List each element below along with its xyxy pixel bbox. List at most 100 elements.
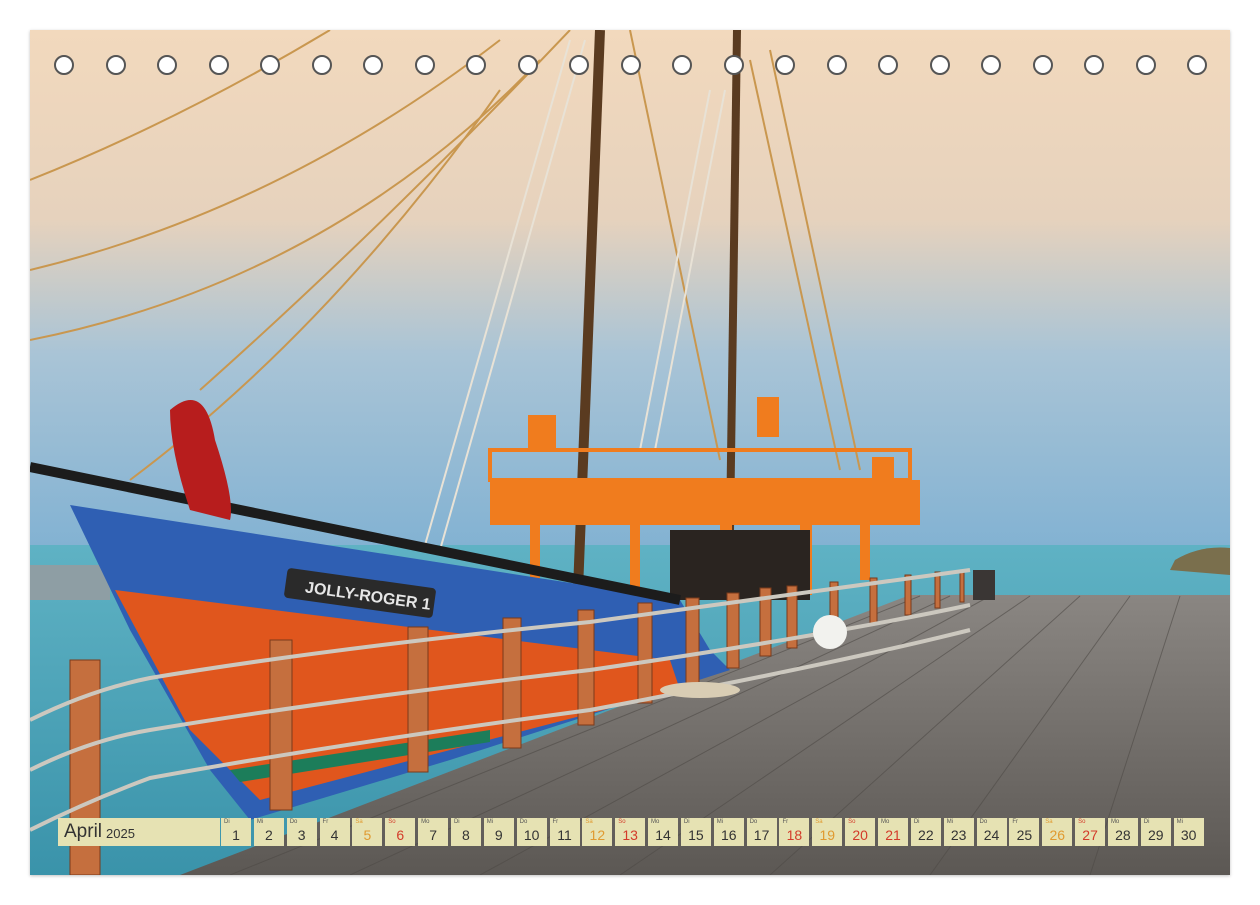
day-cell: Mo 14 [648, 818, 679, 846]
day-of-week: Sa [1045, 819, 1053, 825]
binding-hole [826, 55, 847, 75]
binding-hole [517, 55, 538, 75]
day-number: 11 [557, 827, 572, 843]
day-number: 9 [494, 827, 503, 843]
day-of-week: Mi [716, 819, 724, 825]
day-cell: Sa 12 [582, 818, 613, 846]
day-cell: So 6 [385, 818, 416, 846]
day-cell: Di 8 [450, 818, 481, 846]
day-number: 18 [786, 827, 803, 843]
day-number: 19 [819, 827, 836, 843]
day-of-week: Mo [421, 819, 430, 825]
day-number: 14 [655, 827, 671, 843]
binding-hole [105, 55, 126, 75]
day-number: 2 [264, 827, 273, 843]
binding-hole [775, 55, 795, 75]
day-cell: Do 17 [746, 818, 777, 846]
day-cell: Mi 23 [943, 818, 974, 846]
day-cell: Fr 18 [779, 818, 810, 846]
day-number: 28 [1115, 827, 1131, 843]
day-number: 7 [429, 827, 437, 843]
day-of-week: So [848, 819, 856, 825]
day-cell: Fr 25 [1009, 818, 1040, 846]
day-cell: Do 10 [516, 818, 547, 846]
day-of-week: Mi [946, 819, 954, 825]
day-cell: Mo 7 [418, 818, 449, 846]
day-of-week: Mi [486, 819, 494, 825]
binding-hole [466, 55, 486, 75]
binding-hole [1084, 55, 1104, 75]
day-of-week: So [618, 819, 626, 825]
day-cell: Do 3 [286, 818, 317, 846]
day-of-week: Mo [1110, 819, 1120, 825]
day-number: 25 [1016, 827, 1033, 843]
day-cell: So 13 [615, 818, 646, 846]
day-cell: Mi 2 [253, 818, 284, 846]
day-of-week: So [1078, 819, 1086, 825]
white-buoy [813, 615, 847, 649]
binding-hole [54, 55, 74, 75]
binding-hole [981, 55, 1001, 75]
day-number: 23 [950, 827, 967, 843]
day-number: 12 [589, 827, 606, 843]
day-of-week: Mi [256, 819, 264, 825]
day-cell: Sa 5 [352, 818, 383, 846]
ship-photo: JOLLY-ROGER 1 [30, 30, 1230, 875]
month-year: 2025 [106, 826, 135, 841]
day-of-week: Mo [651, 819, 660, 825]
day-of-week: Fr [782, 819, 789, 825]
day-cell: Fr 4 [319, 818, 350, 846]
binding-hole [311, 55, 332, 75]
calendar-strip: April 2025 Di 1 Mi 2 Do 3 Fr 4 Sa 5 So 6 Mo 7 Di 8 Mi 9 Do… [58, 818, 1218, 846]
day-number: 22 [918, 827, 934, 843]
day-cell: Di 15 [680, 818, 711, 846]
day-of-week: Di [224, 819, 230, 825]
day-cell: Di 1 [221, 818, 251, 846]
day-number: 27 [1082, 827, 1098, 843]
day-number: 21 [885, 827, 901, 843]
day-of-week: Fr [1012, 819, 1019, 825]
day-of-week: Do [749, 819, 758, 825]
binding-hole [878, 55, 898, 75]
day-number: 5 [363, 827, 372, 843]
month-label: April 2025 [58, 818, 220, 846]
day-of-week: Di [453, 819, 460, 825]
day-cell: Mo 28 [1107, 818, 1138, 846]
day-number: 20 [852, 827, 868, 843]
day-of-week: Sa [355, 819, 363, 825]
day-cell: Di 22 [910, 818, 941, 846]
day-number: 6 [396, 827, 405, 843]
day-number: 16 [720, 827, 737, 843]
day-of-week: Do [979, 819, 988, 825]
binding-hole [723, 55, 744, 75]
day-number: 10 [523, 827, 540, 843]
day-cell: Do 24 [976, 818, 1007, 846]
binding-hole [1032, 55, 1053, 75]
calendar-page: JOLLY-ROGER 1 April 2025 Di 1 Mi 2 Do 3 … [30, 30, 1230, 875]
binding-hole [672, 55, 692, 75]
day-number: 30 [1180, 827, 1197, 843]
day-of-week: Do [289, 819, 298, 825]
day-number: 13 [622, 827, 638, 843]
binding-hole [414, 55, 435, 75]
binding-hole [569, 55, 589, 75]
day-cell: So 20 [845, 818, 876, 846]
binding-holes [30, 30, 1230, 75]
day-number: 24 [983, 827, 1000, 843]
day-cell: Fr 11 [549, 818, 580, 846]
binding-hole [157, 55, 177, 75]
day-of-week: Mo [881, 819, 890, 825]
binding-hole [1135, 55, 1156, 75]
binding-hole [929, 55, 950, 75]
day-cell: So 27 [1075, 818, 1106, 846]
day-cell: Sa 26 [1042, 818, 1073, 846]
day-number: 3 [297, 827, 306, 843]
day-cell: Mi 16 [713, 818, 744, 846]
day-of-week: Fr [552, 819, 559, 825]
day-of-week: Di [913, 819, 920, 825]
binding-hole [620, 55, 641, 75]
day-of-week: Di [1143, 819, 1150, 825]
day-of-week: Di [683, 819, 690, 825]
day-of-week: Sa [815, 819, 823, 825]
day-cell: Mi 9 [483, 818, 514, 846]
